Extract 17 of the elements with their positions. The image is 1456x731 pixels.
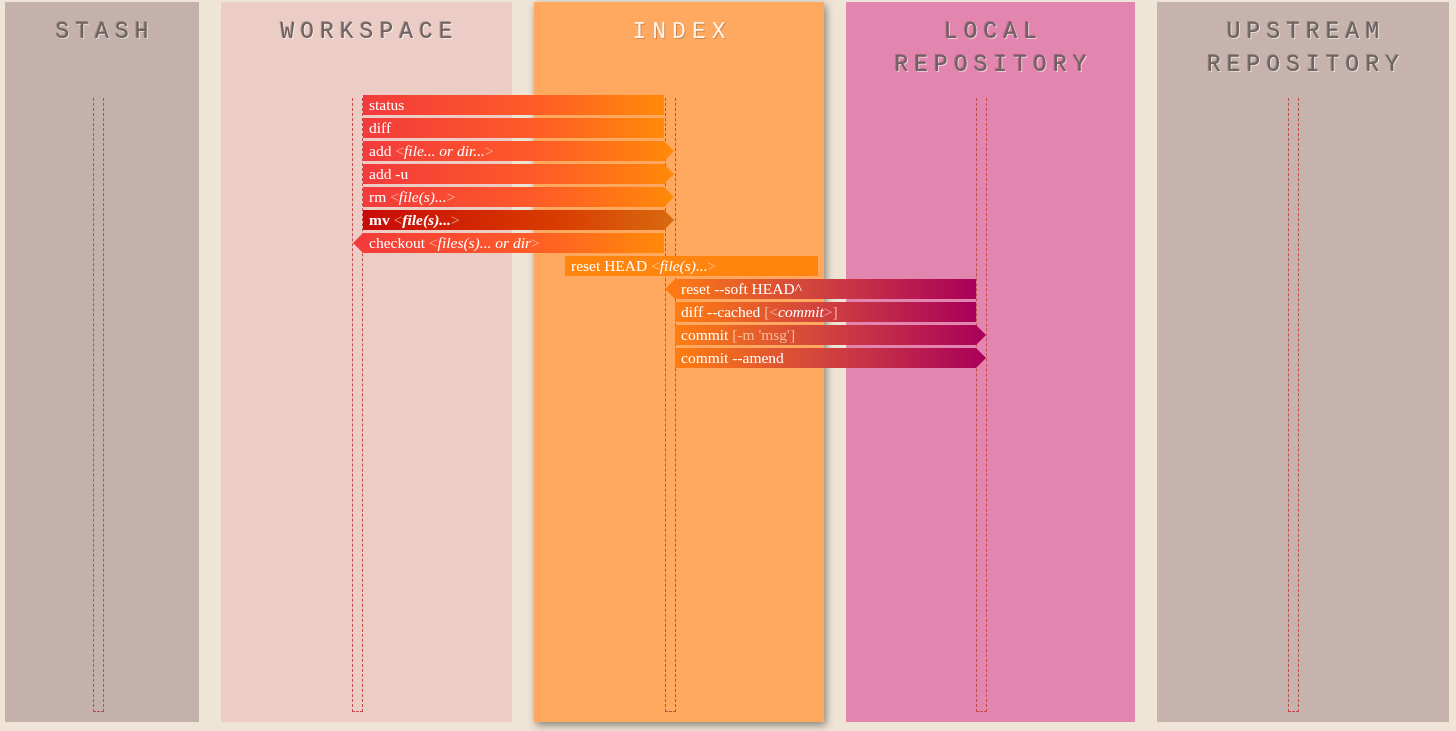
column-title: UPSTREAM REPOSITORY [1207, 18, 1405, 80]
column-title: STASH [55, 18, 155, 47]
command-bar[interactable]: commit --amend [675, 348, 986, 368]
command-bar[interactable]: diff [363, 118, 664, 138]
column-title: WORKSPACE [280, 18, 459, 47]
command-bar[interactable]: commit [-m 'msg'] [675, 325, 986, 345]
command-bar[interactable]: status [363, 95, 664, 115]
command-bar[interactable]: diff --cached [<commit>] [675, 302, 976, 322]
column-title: LOCAL REPOSITORY [894, 18, 1093, 80]
command-bar[interactable]: rm <file(s)...> [363, 187, 674, 207]
command-bar[interactable]: reset --soft HEAD^ [665, 279, 976, 299]
command-bar[interactable]: mv <file(s)...> [363, 210, 674, 230]
command-bar[interactable]: reset HEAD <file(s)...> [565, 256, 818, 276]
column-title: INDEX [632, 18, 732, 47]
command-bar[interactable]: add <file... or dir...> [363, 141, 674, 161]
command-bar[interactable]: add -u [363, 164, 674, 184]
command-bar[interactable]: checkout <files(s)... or dir> [353, 233, 664, 253]
